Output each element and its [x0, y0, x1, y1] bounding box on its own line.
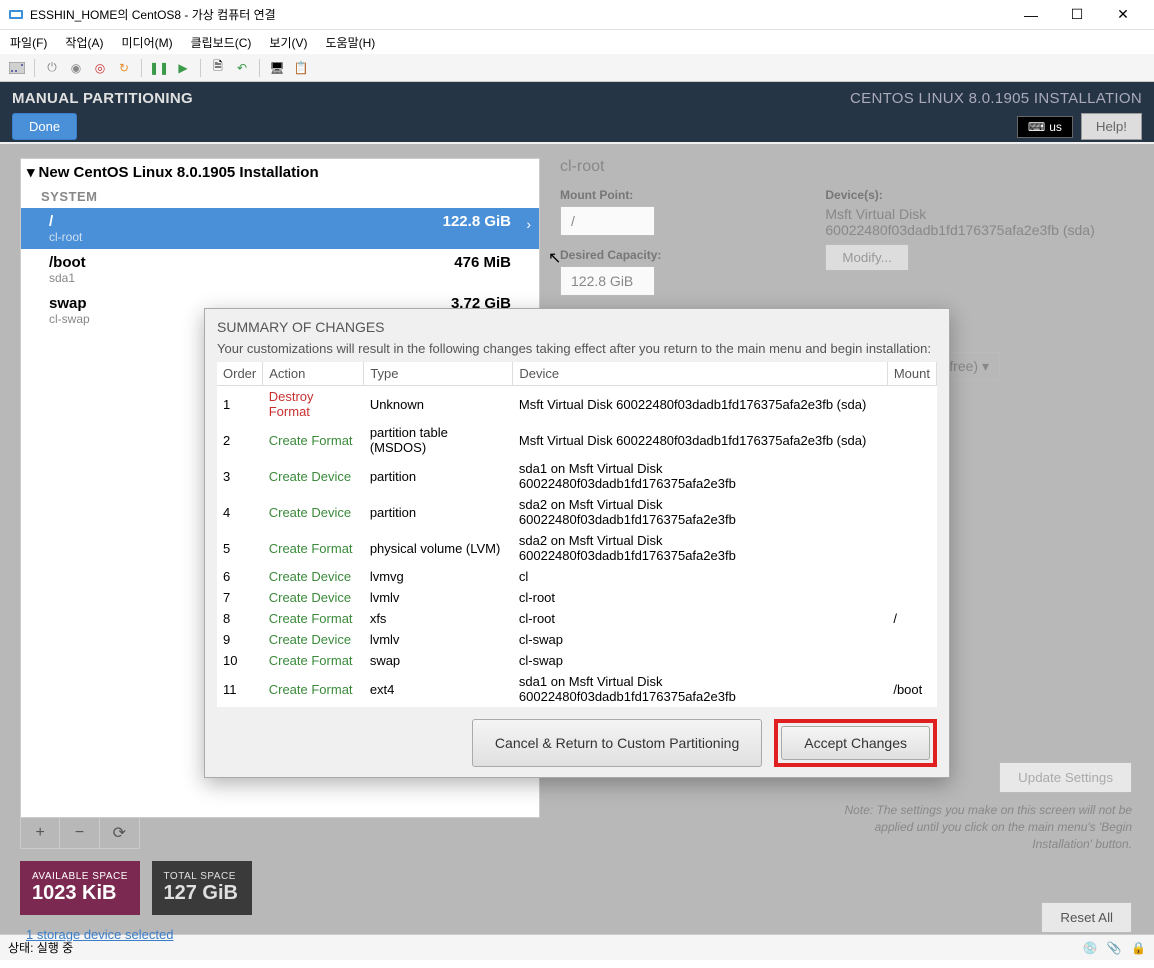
col-mount[interactable]: Mount: [887, 362, 936, 386]
table-row[interactable]: 3Create Devicepartitionsda1 on Msft Virt…: [217, 458, 937, 494]
revert-icon[interactable]: ↶: [231, 57, 253, 79]
help-button[interactable]: Help!: [1081, 113, 1142, 140]
maximize-button[interactable]: ☐: [1054, 0, 1100, 30]
menu-view[interactable]: 보기(V): [269, 34, 307, 51]
play-icon[interactable]: ▶: [172, 57, 194, 79]
vm-icon: [8, 7, 24, 23]
table-row[interactable]: 11Create Formatext4sda1 on Msft Virtual …: [217, 671, 937, 707]
share-icon[interactable]: 📋: [290, 57, 312, 79]
note-text: Note: The settings you make on this scre…: [832, 802, 1132, 852]
mount-label: Mount Point:: [560, 188, 661, 202]
table-row[interactable]: 9Create Devicelvmlvcl-swap: [217, 629, 937, 650]
accept-button[interactable]: Accept Changes: [781, 726, 930, 760]
reload-button[interactable]: ⟳: [100, 818, 139, 848]
mount-row-boot[interactable]: /boot sda1 476 MiB: [21, 249, 539, 290]
tree-section: SYSTEM: [21, 185, 539, 208]
col-order[interactable]: Order: [217, 362, 263, 386]
detail-title: cl-root: [560, 158, 1134, 176]
table-row[interactable]: 10Create Formatswapcl-swap: [217, 650, 937, 671]
col-device[interactable]: Device: [513, 362, 887, 386]
add-button[interactable]: +: [21, 818, 60, 848]
total-space-box: TOTAL SPACE 127 GiB: [152, 861, 252, 915]
nic-icon: 📎: [1107, 941, 1122, 955]
changes-table: Order Action Type Device Mount 1Destroy …: [217, 362, 937, 707]
lock-icon: 🔒: [1131, 941, 1146, 955]
dialog-subtitle: Your customizations will result in the f…: [217, 341, 937, 356]
window-titlebar: ESSHIN_HOME의 CentOS8 - 가상 컴퓨터 연결 — ☐ ✕: [0, 0, 1154, 30]
close-button[interactable]: ✕: [1100, 0, 1146, 30]
menu-file[interactable]: 파일(F): [10, 34, 47, 51]
window-title: ESSHIN_HOME의 CentOS8 - 가상 컴퓨터 연결: [30, 6, 1008, 23]
summary-dialog: SUMMARY OF CHANGES Your customizations w…: [204, 308, 950, 778]
menu-action[interactable]: 작업(A): [65, 34, 103, 51]
cancel-button[interactable]: Cancel & Return to Custom Partitioning: [472, 719, 762, 767]
power-icon[interactable]: ⏻: [41, 57, 63, 79]
accept-highlight: Accept Changes: [774, 719, 937, 767]
chevron-down-icon: ▾: [27, 163, 35, 181]
mount-row-root[interactable]: / cl-root 122.8 GiB ›: [21, 208, 539, 249]
menu-media[interactable]: 미디어(M): [121, 34, 172, 51]
table-row[interactable]: 8Create Formatxfscl-root/: [217, 608, 937, 629]
modify-button[interactable]: Modify...: [825, 244, 908, 271]
table-row[interactable]: 1Destroy FormatUnknownMsft Virtual Disk …: [217, 386, 937, 423]
table-row[interactable]: 5Create Formatphysical volume (LVM)sda2 …: [217, 530, 937, 566]
partition-actions: + − ⟳: [20, 818, 140, 849]
update-settings-button[interactable]: Update Settings: [999, 762, 1132, 793]
storage-link[interactable]: 1 storage device selected: [26, 927, 173, 942]
installer-header: MANUAL PARTITIONING Done CENTOS LINUX 8.…: [0, 82, 1154, 142]
col-action[interactable]: Action: [263, 362, 364, 386]
page-title: MANUAL PARTITIONING: [12, 90, 193, 107]
snapshot-icon[interactable]: 🗎: [207, 57, 229, 79]
device-name: Msft Virtual Disk: [825, 206, 1094, 222]
menu-clipboard[interactable]: 클립보드(C): [191, 34, 252, 51]
menu-help[interactable]: 도움말(H): [326, 34, 376, 51]
dialog-title: SUMMARY OF CHANGES: [217, 319, 937, 335]
ctrl-alt-del-icon[interactable]: [6, 57, 28, 79]
table-row[interactable]: 4Create Devicepartitionsda2 on Msft Virt…: [217, 494, 937, 530]
reset-all-button[interactable]: Reset All: [1041, 902, 1132, 933]
tree-header[interactable]: ▾ New CentOS Linux 8.0.1905 Installation: [21, 159, 539, 185]
table-row[interactable]: 2Create Formatpartition table (MSDOS)Msf…: [217, 422, 937, 458]
capacity-input[interactable]: [560, 266, 655, 296]
capacity-label: Desired Capacity:: [560, 248, 661, 262]
table-row[interactable]: 6Create Devicelvmvgcl: [217, 566, 937, 587]
reset-icon[interactable]: ↻: [113, 57, 135, 79]
col-type[interactable]: Type: [364, 362, 513, 386]
chevron-right-icon: ›: [526, 216, 531, 232]
minimize-button[interactable]: —: [1008, 0, 1054, 30]
pause-icon[interactable]: ❚❚: [148, 57, 170, 79]
mount-input[interactable]: [560, 206, 655, 236]
disk-icon: 💿: [1082, 941, 1097, 955]
done-button[interactable]: Done: [12, 113, 77, 140]
keyboard-indicator[interactable]: ⌨ us: [1017, 116, 1073, 138]
devices-label: Device(s):: [825, 188, 1094, 202]
menu-bar: 파일(F) 작업(A) 미디어(M) 클립보드(C) 보기(V) 도움말(H): [0, 30, 1154, 54]
install-title: CENTOS LINUX 8.0.1905 INSTALLATION: [850, 90, 1142, 107]
shutdown-icon[interactable]: ◉: [65, 57, 87, 79]
available-space-box: AVAILABLE SPACE 1023 KiB: [20, 861, 140, 915]
table-row[interactable]: 7Create Devicelvmlvcl-root: [217, 587, 937, 608]
toolbar: ⏻ ◉ ◎ ↻ ❚❚ ▶ 🗎 ↶ 🖥 📋: [0, 54, 1154, 82]
poweroff2-icon[interactable]: ◎: [89, 57, 111, 79]
keyboard-icon: ⌨: [1028, 120, 1045, 134]
device-id: 60022480f03dadb1fd176375afa2e3fb (sda): [825, 222, 1094, 238]
remove-button[interactable]: −: [60, 818, 99, 848]
enhanced-session-icon[interactable]: 🖥: [266, 57, 288, 79]
